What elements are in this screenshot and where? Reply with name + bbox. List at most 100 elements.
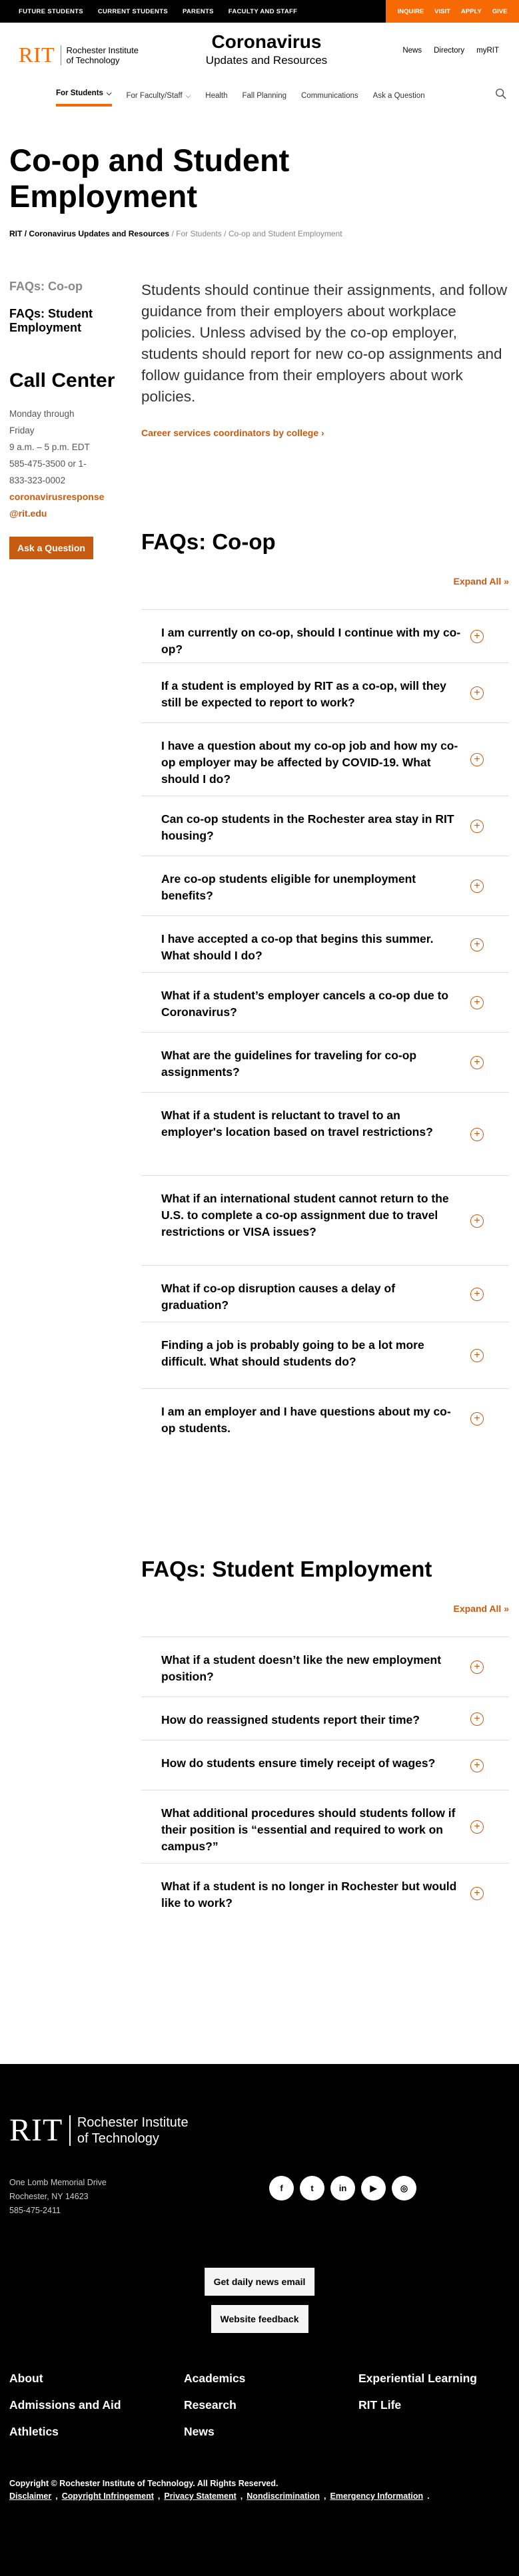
visit-link[interactable]: VISIT: [434, 8, 450, 15]
plus-circle-icon[interactable]: +: [470, 630, 484, 643]
youtube-icon[interactable]: ▶: [361, 2176, 386, 2200]
plus-circle-icon[interactable]: +: [470, 1712, 484, 1726]
legal-link-copyright[interactable]: Copyright Infringement: [62, 2491, 154, 2501]
footer-link-research[interactable]: Research: [184, 2398, 358, 2412]
breadcrumb-section[interactable]: Coronavirus Updates and Resources: [29, 229, 169, 238]
nav-communications[interactable]: Communications: [301, 92, 358, 100]
myrit-link[interactable]: myRIT: [476, 47, 499, 55]
sidebar-item-faqs-coop[interactable]: FAQs: Co-op: [9, 280, 123, 294]
footer-link-experiential-learning[interactable]: Experiential Learning: [358, 2372, 509, 2386]
news-link[interactable]: News: [402, 47, 422, 55]
legal-link-disclaimer[interactable]: Disclaimer: [9, 2491, 51, 2501]
plus-circle-icon[interactable]: +: [470, 1214, 484, 1228]
plus-circle-icon[interactable]: +: [470, 1820, 484, 1834]
plus-circle-icon[interactable]: +: [470, 686, 484, 700]
site-header: RIT Rochester Institute of Technology Co…: [0, 23, 519, 107]
rit-logo[interactable]: RIT Rochester Institute of Technology: [19, 43, 139, 67]
footer-address: One Lomb Memorial Drive Rochester, NY 14…: [9, 2176, 107, 2218]
legal-link-emergency[interactable]: Emergency Information: [330, 2491, 424, 2501]
footer-link-about[interactable]: About: [9, 2372, 184, 2386]
address-line: Rochester, NY 14623: [9, 2192, 89, 2201]
faq-item[interactable]: How do students ensure timely receipt of…: [141, 1740, 509, 1790]
plus-circle-icon[interactable]: +: [470, 996, 484, 1009]
faq-item[interactable]: What are the guidelines for traveling fo…: [141, 1032, 509, 1092]
copyright: Copyright © Rochester Institute of Techn…: [9, 2479, 278, 2488]
nav-health[interactable]: Health: [205, 92, 227, 100]
faq-item[interactable]: I have accepted a co-op that begins this…: [141, 915, 509, 972]
plus-circle-icon[interactable]: +: [470, 1412, 484, 1425]
breadcrumb-parent[interactable]: For Students: [176, 229, 222, 238]
faq-item[interactable]: How do reassigned students report their …: [141, 1696, 509, 1740]
instagram-icon[interactable]: ◎: [392, 2176, 416, 2200]
parents-link[interactable]: PARENTS: [183, 8, 214, 15]
plus-circle-icon[interactable]: +: [470, 880, 484, 893]
intro-paragraph: Students should continue their assignmen…: [141, 282, 508, 405]
footer-link-academics[interactable]: Academics: [184, 2372, 358, 2386]
faq-item[interactable]: What if a student is no longer in Roches…: [141, 1863, 509, 1923]
legal-link-privacy[interactable]: Privacy Statement: [164, 2491, 236, 2501]
give-link[interactable]: GIVE: [492, 8, 508, 15]
faq-item[interactable]: If a student is employed by RIT as a co-…: [141, 662, 509, 722]
faq-item[interactable]: What if an international student cannot …: [141, 1175, 509, 1265]
faq-item[interactable]: What if a student’s employer cancels a c…: [141, 972, 509, 1032]
hours-line: 9 a.m. – 5 p.m. EDT: [9, 442, 90, 452]
footer-logo-fullname: Rochester Institute of Technology: [77, 2115, 189, 2147]
site-title-main: Coronavirus: [211, 31, 322, 52]
nav-for-students[interactable]: For Students ⌵: [56, 89, 112, 107]
faq-item[interactable]: What if co-op disruption causes a delay …: [141, 1265, 509, 1322]
plus-circle-icon[interactable]: +: [470, 820, 484, 833]
faq-item[interactable]: Can co-op students in the Rochester area…: [141, 796, 509, 856]
apply-link[interactable]: APPLY: [461, 8, 482, 15]
search-icon[interactable]: [495, 88, 507, 100]
employment-faq-section: FAQs: Student Employment Expand All » Wh…: [141, 1557, 509, 1910]
linkedin-icon[interactable]: in: [330, 2176, 355, 2200]
plus-circle-icon[interactable]: +: [470, 937, 484, 951]
plus-circle-icon[interactable]: +: [470, 1287, 484, 1301]
footer-link-athletics[interactable]: Athletics: [9, 2425, 184, 2439]
nav-fall-planning[interactable]: Fall Planning: [243, 92, 286, 100]
footer-link-rit-life[interactable]: RIT Life: [358, 2398, 509, 2412]
plus-circle-icon[interactable]: +: [470, 1127, 484, 1141]
current-students-link[interactable]: CURRENT STUDENTS: [98, 8, 168, 15]
footer-link-admissions[interactable]: Admissions and Aid: [9, 2398, 184, 2412]
faq-item[interactable]: What if a student doesn’t like the new e…: [141, 1637, 509, 1696]
faq-item[interactable]: I have a question about my co-op job and…: [141, 722, 509, 796]
footer-logo[interactable]: RIT Rochester Institute of Technology: [9, 2112, 189, 2149]
faculty-staff-link[interactable]: FACULTY AND STAFF: [229, 8, 297, 15]
faq-question: What if a student is no longer in Roches…: [161, 1880, 457, 1910]
twitter-icon[interactable]: t: [300, 2176, 324, 2200]
plus-circle-icon[interactable]: +: [470, 1758, 484, 1772]
faq-item[interactable]: Are co-op students eligible for unemploy…: [141, 856, 509, 915]
breadcrumb-root[interactable]: RIT: [9, 229, 22, 238]
faq-item[interactable]: Finding a job is probably going to be a …: [141, 1322, 509, 1388]
plus-circle-icon[interactable]: +: [470, 1887, 484, 1900]
directory-link[interactable]: Directory: [434, 47, 464, 55]
employment-expand-all[interactable]: Expand All »: [453, 1603, 509, 1614]
faq-item[interactable]: I am an employer and I have questions ab…: [141, 1388, 509, 1448]
career-services-link[interactable]: Career services coordinators by college …: [141, 427, 509, 438]
news-email-button[interactable]: Get daily news email: [204, 2268, 315, 2296]
plus-circle-icon[interactable]: +: [470, 1661, 484, 1674]
plus-circle-icon[interactable]: +: [470, 1349, 484, 1362]
plus-circle-icon[interactable]: +: [470, 1056, 484, 1069]
faq-item[interactable]: What additional procedures should studen…: [141, 1790, 509, 1863]
call-center-email[interactable]: coronavirusresponse @rit.edu: [9, 489, 123, 522]
faq-item[interactable]: What if a student is reluctant to travel…: [141, 1092, 509, 1175]
double-chevron-down-icon: »: [504, 1603, 509, 1614]
footer-link-news[interactable]: News: [184, 2425, 358, 2439]
plus-circle-icon[interactable]: +: [470, 753, 484, 766]
sidebar-item-faqs-employment[interactable]: FAQs: Student Employment: [9, 307, 123, 335]
future-students-link[interactable]: FUTURE STUDENTS: [19, 8, 83, 15]
legal-link-nondiscrimination[interactable]: Nondiscrimination: [247, 2491, 320, 2501]
facebook-icon[interactable]: f: [269, 2176, 294, 2200]
faq-item[interactable]: I am currently on co-op, should I contin…: [141, 609, 509, 662]
inquire-link[interactable]: INQUIRE: [398, 8, 424, 15]
nav-ask-question[interactable]: Ask a Question: [373, 92, 425, 100]
page-title: Co-op and Student Employment: [9, 142, 290, 214]
website-feedback-button[interactable]: Website feedback: [211, 2305, 308, 2333]
ask-question-button[interactable]: Ask a Question: [9, 537, 93, 559]
social-links: f t in ▶ ◎: [269, 2176, 416, 2200]
coop-expand-all[interactable]: Expand All »: [453, 576, 509, 587]
audience-links: FUTURE STUDENTS CURRENT STUDENTS PARENTS…: [19, 0, 297, 23]
nav-for-faculty-staff[interactable]: For Faculty/Staff ⌵: [127, 92, 191, 100]
